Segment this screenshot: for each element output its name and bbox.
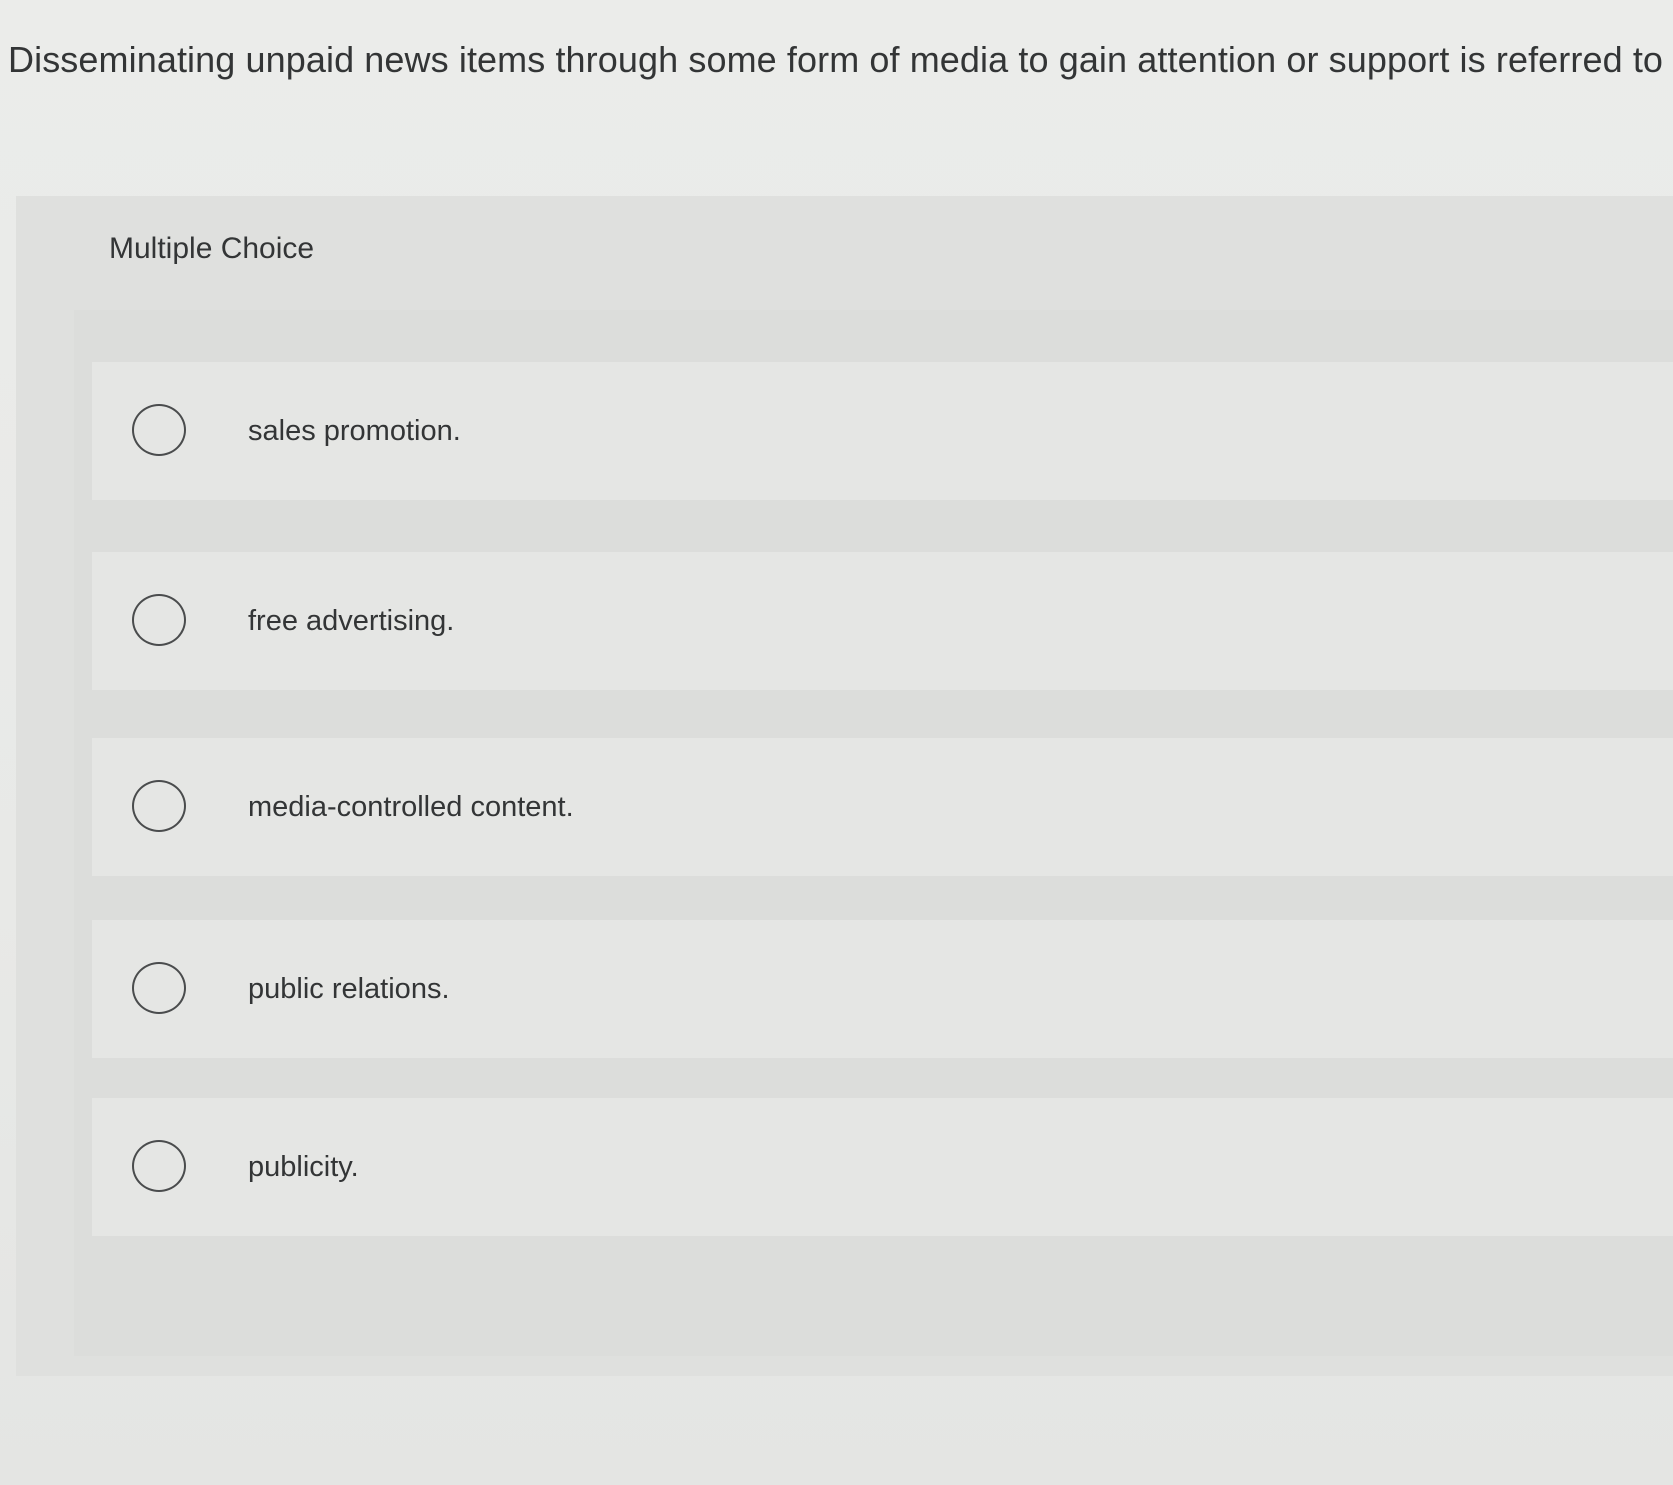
question-type-label: Multiple Choice: [109, 232, 315, 265]
answer-option-label: publicity.: [248, 1151, 359, 1183]
radio-button-icon[interactable]: [132, 780, 186, 832]
answer-option-c[interactable]: media-controlled content.: [92, 738, 1673, 876]
radio-button-icon[interactable]: [132, 404, 186, 456]
answer-option-label: sales promotion.: [248, 415, 461, 447]
multiple-choice-panel: Multiple Choice sales promotion. free ad…: [16, 196, 1673, 1376]
answer-option-label: public relations.: [248, 973, 450, 1005]
radio-button-icon[interactable]: [132, 1140, 186, 1192]
answer-option-d[interactable]: public relations.: [92, 920, 1673, 1058]
answer-option-a[interactable]: sales promotion.: [92, 362, 1673, 500]
radio-button-icon[interactable]: [132, 962, 186, 1014]
answer-options: sales promotion. free advertising. media…: [74, 310, 1673, 1356]
question-text: Disseminating unpaid news items through …: [8, 39, 1673, 80]
answer-option-e[interactable]: publicity.: [92, 1098, 1673, 1236]
answer-option-label: media-controlled content.: [248, 791, 574, 823]
answer-option-b[interactable]: free advertising.: [92, 552, 1673, 690]
radio-button-icon[interactable]: [132, 594, 186, 646]
answer-option-label: free advertising.: [248, 605, 455, 637]
page: Disseminating unpaid news items through …: [0, 0, 1673, 1485]
